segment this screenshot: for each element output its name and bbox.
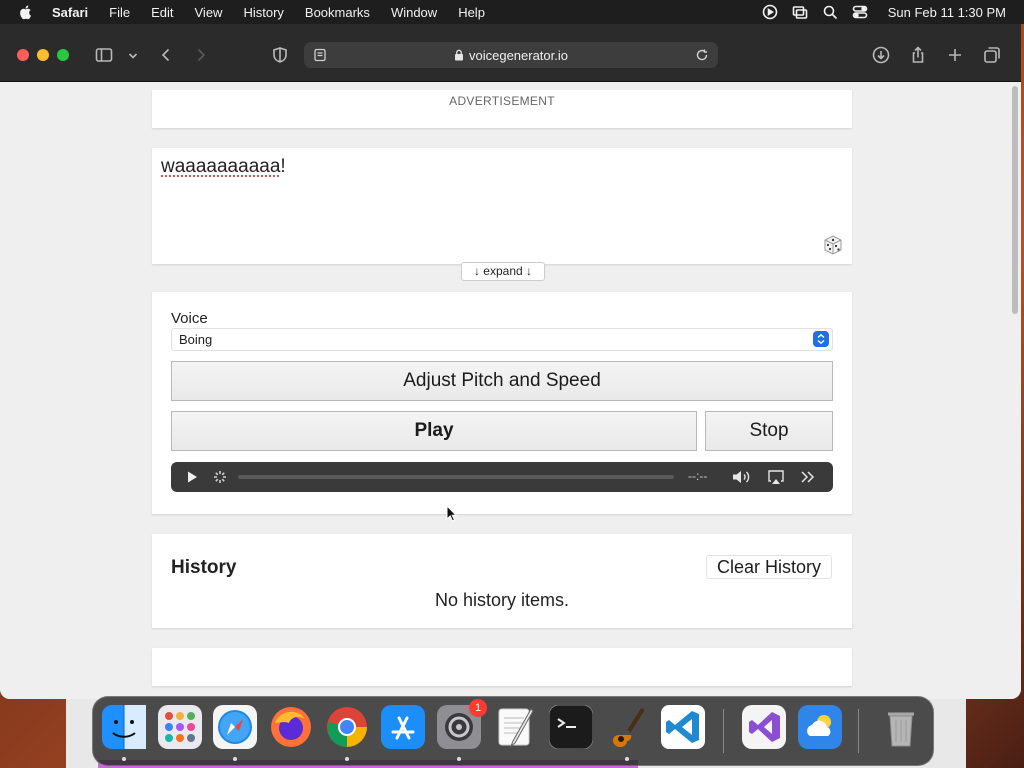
trash-icon[interactable] <box>879 705 923 749</box>
screen-record-icon[interactable] <box>762 4 778 20</box>
voice-controls-panel: Voice Boing Adjust Pitch and Speed Play … <box>152 292 852 514</box>
play-button[interactable]: Play <box>171 411 697 451</box>
advertisement-banner[interactable]: ADVERTISEMENT <box>152 90 852 128</box>
app-store-icon[interactable] <box>381 705 425 749</box>
browser-toolbar: voicegenerator.io <box>0 24 1021 82</box>
vscode-icon[interactable] <box>661 705 705 749</box>
share-icon[interactable] <box>909 46 927 64</box>
menu-file[interactable]: File <box>109 5 130 20</box>
random-text-dice-icon[interactable] <box>822 234 844 256</box>
tab-overview-icon[interactable] <box>983 46 1001 64</box>
safari-window: voicegenerator.io ADVERTISEMENT waaaaaaa… <box>0 24 1021 699</box>
text-punctuation: ! <box>280 156 286 177</box>
control-center-icon[interactable] <box>852 4 868 20</box>
web-content: ADVERTISEMENT waaaaaaaaaa! ↓ expand ↓ Vo… <box>0 82 1009 699</box>
garageband-running-indicator <box>625 757 629 761</box>
firefox-icon[interactable] <box>269 705 313 749</box>
dock: 1 <box>92 696 934 766</box>
forward-arrow-icon[interactable] <box>192 46 210 64</box>
settings-running-indicator <box>457 757 461 761</box>
history-empty-message: No history items. <box>434 590 570 610</box>
finder-icon[interactable] <box>102 705 146 749</box>
address-bar[interactable]: voicegenerator.io <box>304 42 718 68</box>
menu-history[interactable]: History <box>243 5 283 20</box>
airplay-icon[interactable] <box>767 469 785 485</box>
screen-mirroring-icon[interactable] <box>792 4 808 20</box>
menu-app-safari[interactable]: Safari <box>52 5 88 20</box>
menu-edit[interactable]: Edit <box>151 5 173 20</box>
footer-card <box>152 648 852 686</box>
voice-label: Voice <box>171 310 208 327</box>
advertisement-label: ADVERTISEMENT <box>449 94 555 108</box>
history-title: History <box>171 557 237 578</box>
spotlight-search-icon[interactable] <box>822 4 838 20</box>
audio-player: --:-- <box>171 462 833 492</box>
audio-time: --:-- <box>688 469 708 483</box>
volume-icon[interactable] <box>731 469 753 485</box>
voice-select[interactable]: Boing <box>171 328 833 351</box>
notification-badge: 1 <box>469 699 487 717</box>
downloads-icon[interactable] <box>872 46 890 64</box>
vertical-scrollbar[interactable] <box>1009 82 1021 699</box>
safari-running-indicator <box>233 757 237 761</box>
finder-running-indicator <box>122 757 126 761</box>
system-settings-icon[interactable]: 1 <box>437 699 487 749</box>
chrome-running-indicator <box>345 757 349 761</box>
chrome-icon[interactable] <box>325 705 369 749</box>
privacy-shield-icon[interactable] <box>271 46 289 64</box>
new-tab-icon[interactable] <box>946 46 964 64</box>
reader-view-icon[interactable] <box>313 48 327 62</box>
lock-icon <box>454 49 463 61</box>
visual-studio-icon[interactable] <box>742 705 786 749</box>
playback-speed-icon[interactable] <box>800 470 816 484</box>
menu-bar: Safari File Edit View History Bookmarks … <box>0 0 1024 24</box>
fullscreen-window-button[interactable] <box>57 49 69 61</box>
expand-button[interactable]: ↓ expand ↓ <box>461 262 545 281</box>
reload-icon[interactable] <box>695 48 709 62</box>
garageband-icon[interactable] <box>605 705 649 749</box>
menu-window[interactable]: Window <box>391 5 437 20</box>
text-input-area[interactable]: waaaaaaaaaa! <box>152 148 852 264</box>
play-icon[interactable] <box>185 470 199 484</box>
text-input-content[interactable]: waaaaaaaaaa! <box>161 156 286 178</box>
loading-spinner-icon <box>214 471 226 483</box>
weather-icon[interactable] <box>798 705 842 749</box>
mouse-cursor-icon <box>446 505 458 522</box>
address-url: voicegenerator.io <box>468 47 568 63</box>
close-window-button[interactable] <box>17 49 29 61</box>
misspelled-word: waaaaaaaaaa <box>161 156 281 177</box>
menu-help[interactable]: Help <box>458 5 485 20</box>
voice-select-value: Boing <box>179 332 213 347</box>
menu-bookmarks[interactable]: Bookmarks <box>305 5 370 20</box>
clear-history-button[interactable]: Clear History <box>706 555 832 579</box>
select-arrows-icon <box>813 331 829 347</box>
terminal-icon[interactable] <box>548 704 594 750</box>
chevron-down-icon[interactable] <box>124 46 138 64</box>
back-arrow-icon[interactable] <box>157 46 175 64</box>
safari-app-icon[interactable] <box>213 705 257 749</box>
dock-separator <box>723 709 724 753</box>
sidebar-toggle-icon[interactable] <box>95 46 113 64</box>
menu-clock[interactable]: Sun Feb 11 1:30 PM <box>888 5 1006 20</box>
launchpad-icon[interactable] <box>158 705 202 749</box>
history-panel: History Clear History No history items. <box>152 534 852 628</box>
minimize-window-button[interactable] <box>37 49 49 61</box>
stop-button[interactable]: Stop <box>705 411 833 451</box>
audio-progress-track[interactable] <box>238 475 674 479</box>
menu-view[interactable]: View <box>195 5 223 20</box>
dock-separator-2 <box>858 709 859 753</box>
textedit-icon[interactable] <box>493 705 537 749</box>
scrollbar-thumb[interactable] <box>1012 86 1018 314</box>
apple-icon[interactable] <box>18 4 34 20</box>
adjust-pitch-speed-button[interactable]: Adjust Pitch and Speed <box>171 361 833 401</box>
